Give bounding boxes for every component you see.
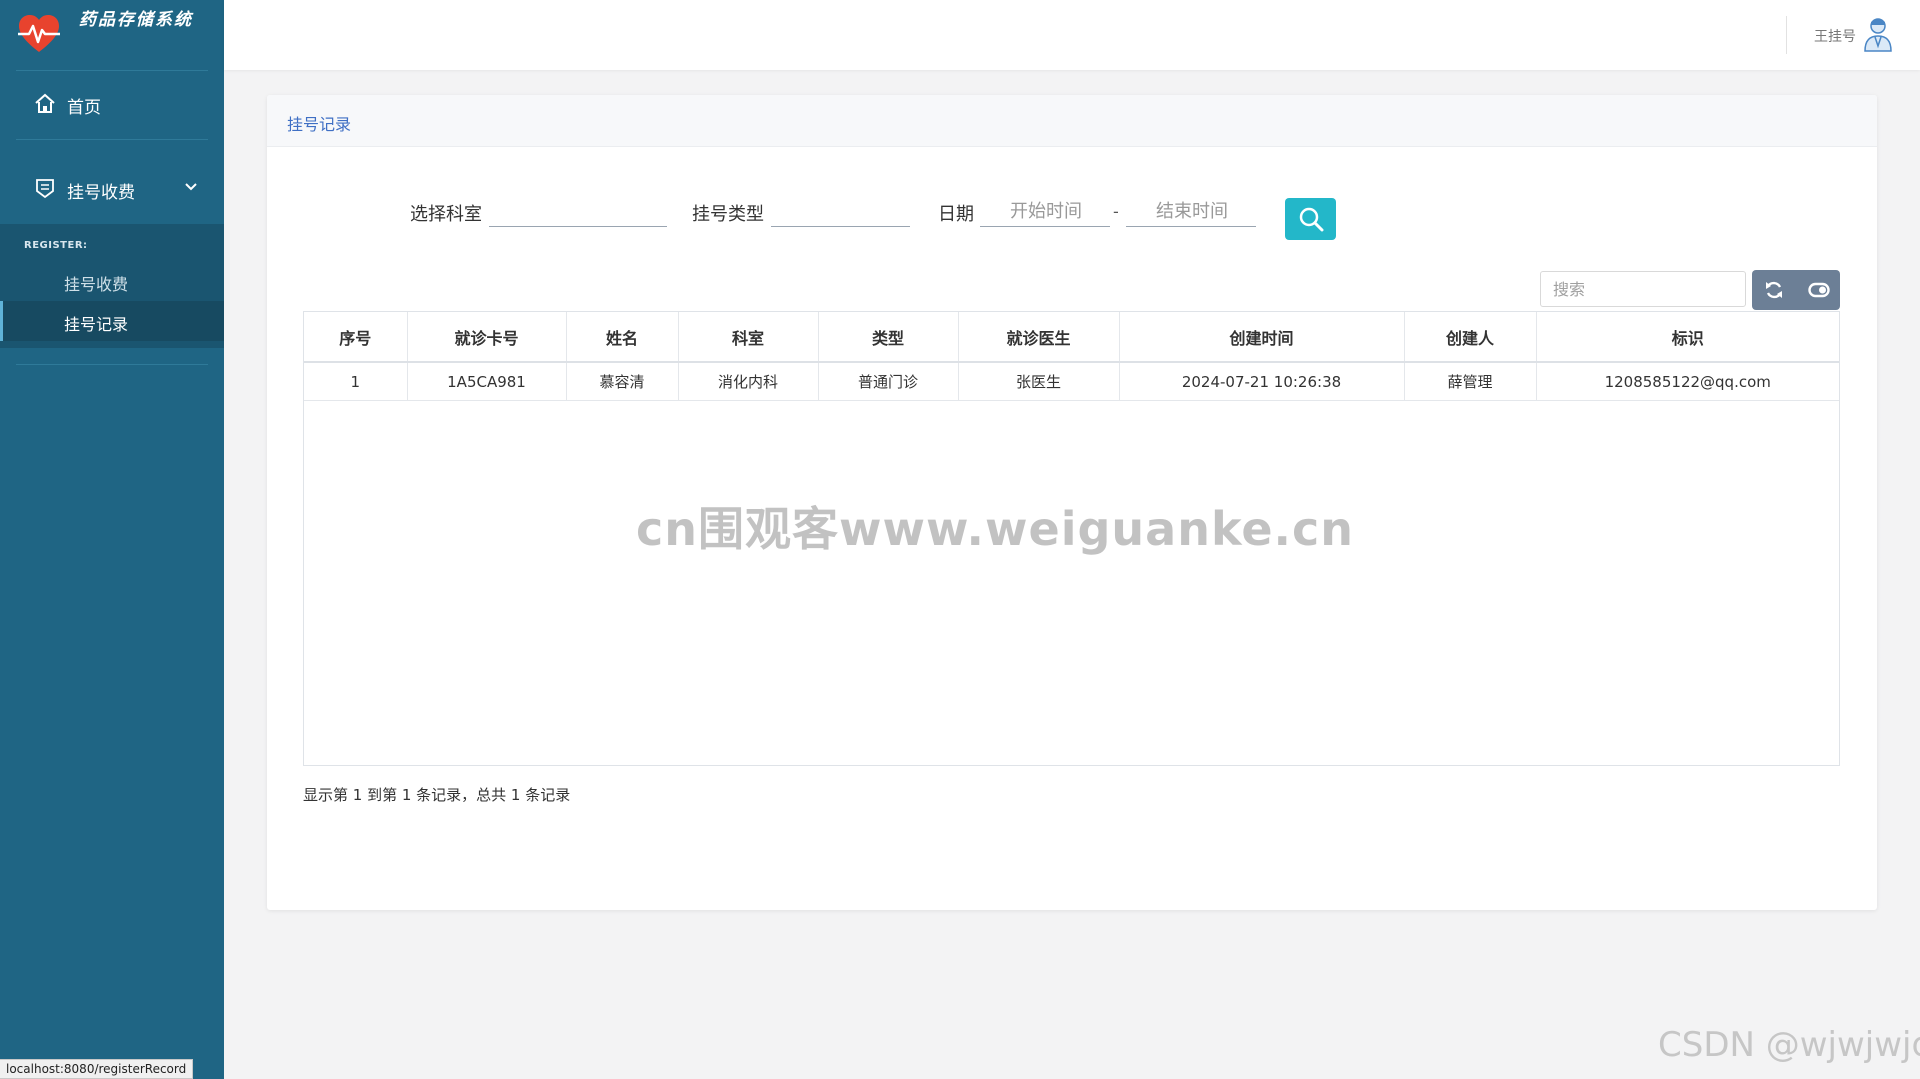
column-header[interactable]: 就诊卡号 [407, 312, 567, 363]
pagination-info: 显示第 1 到第 1 条记录，总共 1 条记录 [303, 786, 571, 804]
sidebar-item-label: 挂号收费 [64, 275, 129, 294]
column-header[interactable]: 创建时间 [1119, 312, 1405, 363]
current-user-name[interactable]: 王挂号 [1814, 26, 1856, 46]
refresh-button[interactable] [1752, 270, 1796, 310]
sidebar: 药品存储系统 首页 挂号收费 REGISTER: 挂号收费 挂号记录 [0, 0, 224, 1079]
nav-register-label: 挂号收费 [67, 183, 135, 203]
sidebar-item-register-record[interactable]: 挂号记录 [0, 301, 224, 341]
watermark-text: cn围观客www.weiguanke.cn [636, 502, 1355, 556]
sidebar-item-label: 挂号记录 [64, 315, 129, 334]
browser-status-url: localhost:8080/registerRecord [0, 1059, 194, 1079]
table-cell: 1208585122@qq.com [1536, 362, 1839, 401]
table-cell: 2024-07-21 10:26:38 [1119, 362, 1405, 401]
toggle-view-button[interactable] [1796, 270, 1840, 310]
refresh-icon [1766, 281, 1782, 299]
table-search-input[interactable] [1540, 271, 1746, 307]
nav-register-menu[interactable]: 挂号收费 [0, 177, 224, 203]
data-table: 序号 就诊卡号 姓名 科室 类型 就诊医生 创建时间 创建人 标识 1 1A5C… [304, 312, 1839, 401]
register-submenu: REGISTER: 挂号收费 挂号记录 [0, 224, 224, 348]
search-button[interactable] [1285, 198, 1336, 240]
divider [16, 139, 208, 140]
register-type-label: 挂号类型 [692, 204, 764, 225]
table-cell: 1 [304, 362, 408, 401]
end-date-input[interactable] [1126, 196, 1256, 227]
column-header[interactable]: 就诊医生 [958, 312, 1120, 363]
column-header[interactable]: 类型 [818, 312, 959, 363]
heart-pulse-icon [18, 15, 60, 52]
chevron-down-icon [185, 183, 197, 191]
toggle-icon [1808, 282, 1830, 298]
panel-header: 挂号记录 [267, 95, 1877, 147]
divider [16, 70, 208, 71]
nav-home-label: 首页 [67, 98, 101, 118]
brand: 药品存储系统 [0, 0, 224, 70]
divider [16, 364, 208, 365]
start-date-input[interactable] [980, 196, 1110, 227]
table-cell: 张医生 [958, 362, 1120, 401]
department-label: 选择科室 [410, 204, 482, 225]
table-cell: 薛管理 [1404, 362, 1537, 401]
register-type-select[interactable] [771, 196, 910, 227]
column-header[interactable]: 科室 [678, 312, 819, 363]
search-icon [1299, 207, 1324, 232]
user-avatar-icon[interactable] [1862, 16, 1894, 52]
topbar: 王挂号 [224, 0, 1920, 70]
column-header[interactable]: 序号 [304, 312, 408, 363]
department-select[interactable] [489, 196, 667, 227]
submenu-section-label: REGISTER: [24, 240, 88, 251]
date-label: 日期 [938, 204, 974, 225]
date-separator: - [1113, 202, 1119, 221]
register-icon [36, 179, 54, 199]
csdn-watermark: CSDN @wjwjwjd [1658, 1025, 1920, 1065]
nav-home[interactable]: 首页 [0, 92, 224, 118]
table-header-row: 序号 就诊卡号 姓名 科室 类型 就诊医生 创建时间 创建人 标识 [304, 312, 1839, 363]
table-cell: 普通门诊 [818, 362, 959, 401]
column-header[interactable]: 标识 [1536, 312, 1839, 363]
table-toolbar [1752, 270, 1840, 310]
home-icon [35, 93, 55, 113]
table-cell: 慕容清 [566, 362, 679, 401]
divider [1786, 16, 1787, 54]
table-cell: 1A5CA981 [407, 362, 567, 401]
app-title: 药品存储系统 [79, 10, 193, 30]
sidebar-item-register-fee[interactable]: 挂号收费 [0, 261, 224, 301]
column-header[interactable]: 创建人 [1404, 312, 1537, 363]
column-header[interactable]: 姓名 [566, 312, 679, 363]
table-cell: 消化内科 [678, 362, 819, 401]
panel-title: 挂号记录 [287, 115, 352, 134]
table-row[interactable]: 1 1A5CA981 慕容清 消化内科 普通门诊 张医生 2024-07-21 … [304, 362, 1839, 401]
